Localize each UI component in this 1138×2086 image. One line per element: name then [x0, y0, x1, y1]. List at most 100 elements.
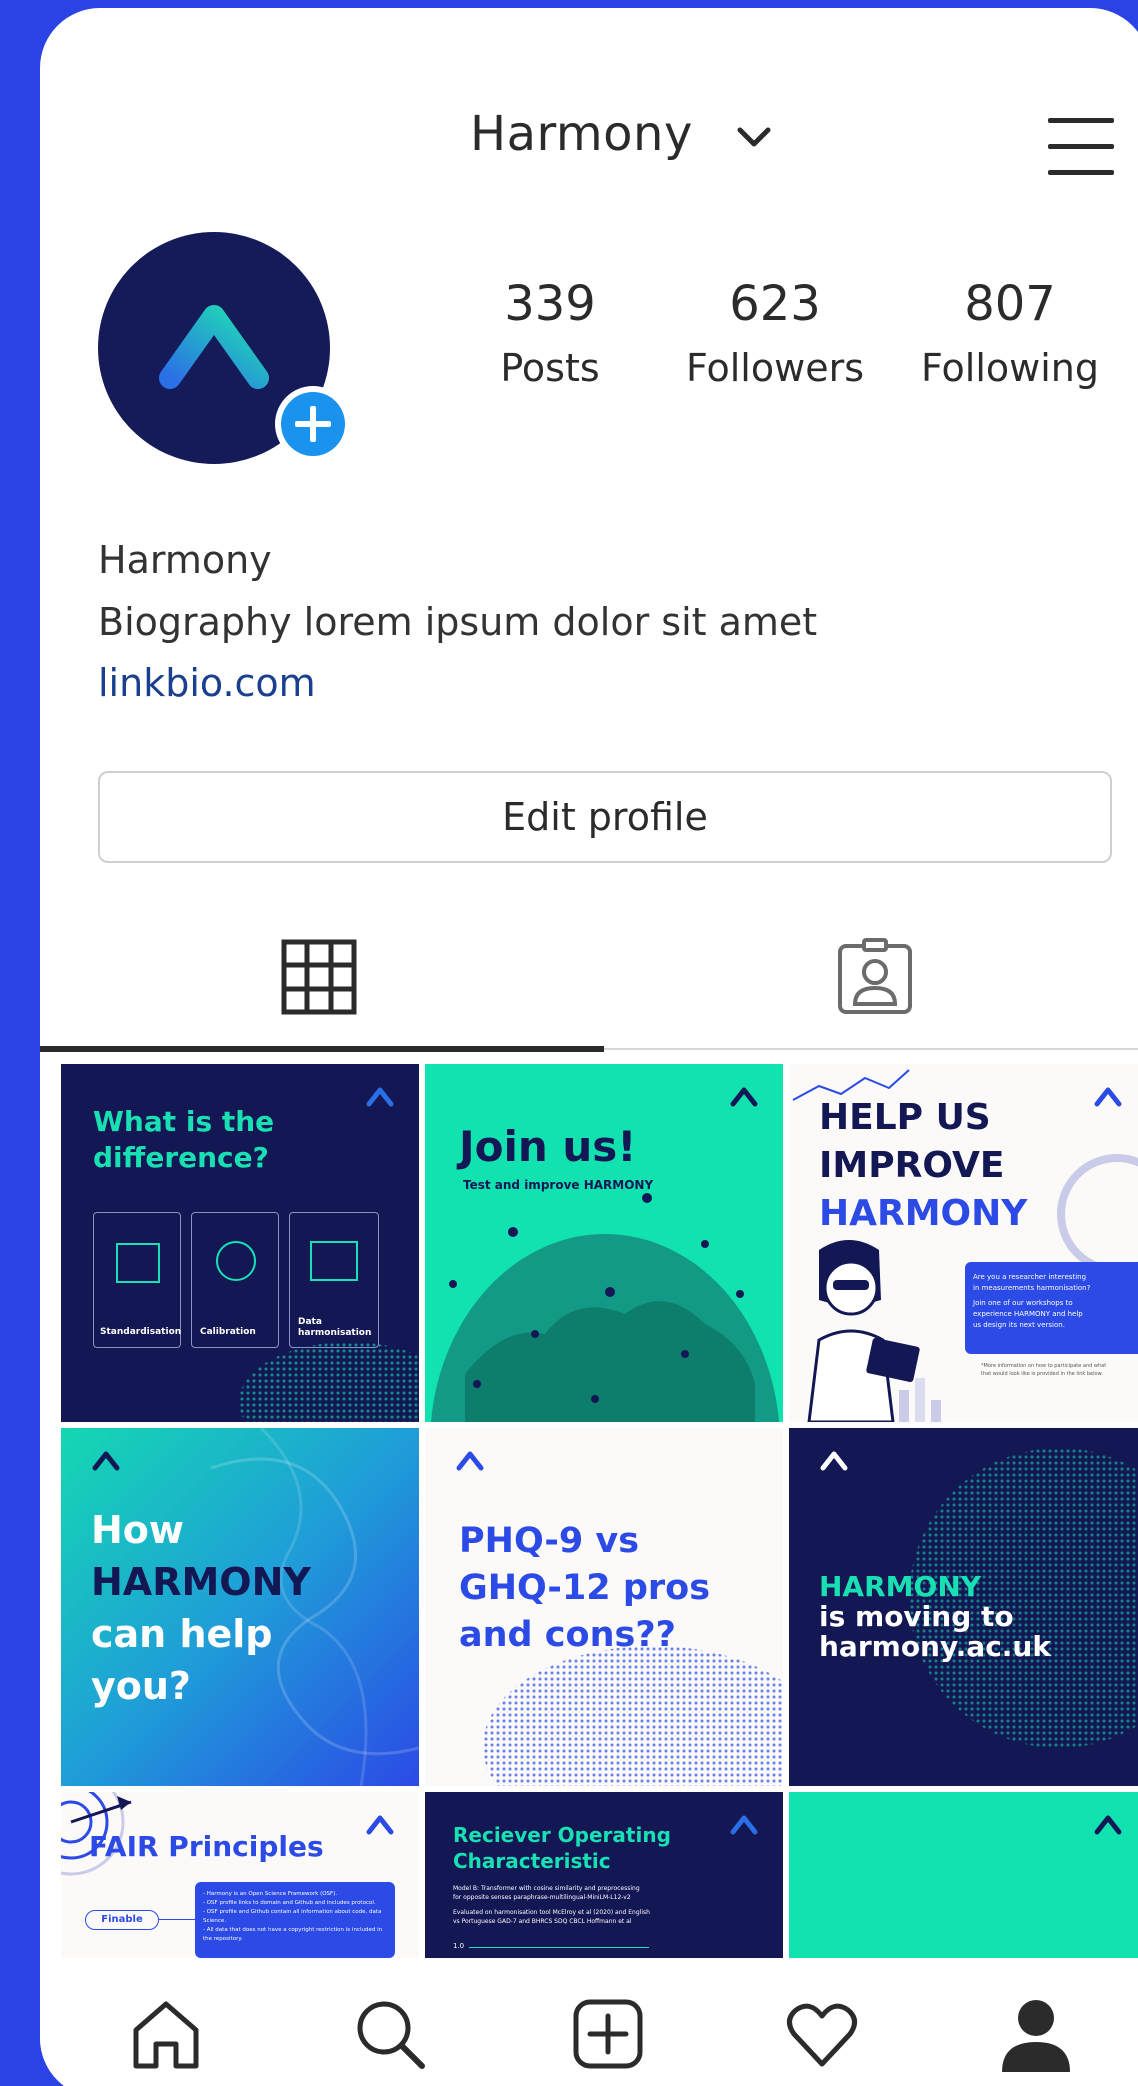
model-line: vs Portuguese GAD-7 and BHRCS SDQ CBCL H…	[453, 1918, 632, 1925]
table-icon	[116, 1243, 160, 1283]
heart-icon[interactable]	[784, 1996, 860, 2072]
dot-pattern	[239, 1342, 419, 1422]
info-line: in measurements harmonisation?	[973, 1284, 1091, 1292]
post-title-part: Principles	[158, 1830, 324, 1863]
search-icon[interactable]	[352, 1996, 428, 2072]
post-title-line: IMPROVE	[819, 1145, 1005, 1186]
profile-header: Harmony	[40, 98, 1138, 178]
info-line: - OSF profile links to domain and Github…	[203, 1900, 376, 1906]
info-line: Are you a researcher interesting	[973, 1273, 1087, 1281]
footnote-line: *More information on how to participate …	[981, 1363, 1107, 1369]
card-label: Calibration	[200, 1327, 256, 1337]
globe-illustration	[431, 1193, 779, 1422]
researcher-illustration	[807, 1240, 941, 1422]
post-title-line: PHQ-9 vs	[459, 1521, 640, 1561]
info-line: - All data that does not have a copyrigh…	[203, 1927, 383, 1942]
info-line: experience HARMONY and help	[973, 1310, 1083, 1318]
model-line: for opposite senses paraphrase-multiling…	[453, 1894, 631, 1901]
finable-pill: Finable	[85, 1910, 159, 1930]
post-title-line: Reciever Operating	[453, 1823, 671, 1847]
info-line: - Harmony is an Open Science Framework (…	[203, 1891, 338, 1897]
post-title-line: can help	[91, 1612, 273, 1656]
post-title-line: How	[91, 1508, 185, 1552]
post-tile[interactable]: FAIR Principles Finable - Harmony is an …	[61, 1792, 419, 1958]
phone-screen: Harmony 339 Posts 623 Followers 807 Foll…	[40, 8, 1138, 2086]
info-card: Standardisation	[93, 1212, 181, 1348]
profile-bio: Biography lorem ipsum dolor sit amet	[98, 600, 818, 644]
grid-tab-icon[interactable]	[280, 938, 358, 1016]
footnote-line: that would look like is provided in the …	[981, 1371, 1103, 1377]
profile-icon[interactable]	[998, 1996, 1074, 2072]
followers-label: Followers	[686, 346, 864, 390]
card-label: harmonisation	[298, 1328, 372, 1338]
post-title-line: is moving to	[819, 1600, 1014, 1633]
post-tile[interactable]: How HARMONY can help you?	[61, 1428, 419, 1786]
axis-label: 1.0	[453, 1942, 465, 1950]
info-card: Calibration	[191, 1212, 279, 1348]
harmony-logo-icon	[1094, 1815, 1122, 1835]
post-title: Join us!	[459, 1122, 637, 1171]
model-line: Evaluated on harmonisation tool McElroy …	[453, 1909, 650, 1916]
chevron-down-icon[interactable]	[730, 114, 778, 162]
post-tile[interactable]: HARMONY is moving to harmony.ac.uk	[789, 1428, 1138, 1786]
harmony-logo-icon	[1094, 1087, 1122, 1107]
post-tile[interactable]: Reciever Operating Characteristic Model …	[425, 1792, 783, 1958]
harmony-logo-icon	[730, 1815, 758, 1835]
post-tile[interactable]: PHQ-9 vs GHQ-12 pros and cons??	[425, 1428, 783, 1786]
followers-count: 623	[729, 276, 821, 332]
post-title-line: difference?	[93, 1141, 269, 1174]
card-label: Standardisation	[100, 1327, 182, 1337]
chart-line	[469, 1947, 649, 1948]
info-line: Join one of our workshops to	[973, 1299, 1073, 1307]
active-tab-indicator	[40, 1046, 604, 1052]
hamburger-menu-icon[interactable]	[1046, 114, 1116, 178]
post-tile[interactable]: HELP US IMPROVE HARMONY Are you a resear…	[789, 1064, 1138, 1422]
stat-followers[interactable]: 623 Followers	[640, 276, 910, 390]
post-title-line: GHQ-12 pros	[459, 1568, 711, 1608]
account-username[interactable]: Harmony	[470, 106, 693, 162]
following-label: Following	[921, 346, 1099, 390]
stat-posts[interactable]: 339 Posts	[450, 276, 650, 390]
post-title-line: HARMONY	[91, 1560, 311, 1604]
edit-profile-button[interactable]: Edit profile	[98, 771, 1112, 863]
gear-icon	[216, 1241, 256, 1281]
post-title-line: What is the	[93, 1105, 275, 1138]
post-title-line: you?	[91, 1664, 191, 1708]
document-icon	[310, 1241, 358, 1281]
pie-decoration	[1057, 1154, 1138, 1274]
harmony-logo-icon	[159, 305, 269, 389]
card-label: Data	[298, 1317, 322, 1327]
tagged-tab-icon[interactable]	[836, 938, 914, 1016]
profile-link[interactable]: linkbio.com	[98, 661, 316, 705]
info-line: us design its next version.	[973, 1321, 1065, 1329]
info-box: Are you a researcher interesting in meas…	[965, 1262, 1138, 1354]
harmony-logo-icon	[366, 1087, 394, 1107]
post-tile[interactable]: What is the difference? Standardisation …	[61, 1064, 419, 1422]
harmony-logo-icon	[366, 1815, 394, 1835]
new-post-icon[interactable]	[570, 1996, 646, 2072]
post-title-part: FAIR	[89, 1830, 159, 1863]
plus-icon	[295, 406, 331, 442]
profile-name: Harmony	[98, 538, 272, 582]
following-count: 807	[964, 276, 1056, 332]
home-icon[interactable]	[128, 1996, 204, 2072]
add-story-button[interactable]	[275, 386, 351, 462]
post-tile[interactable]: Join us! Test and improve HARMONY	[425, 1064, 783, 1422]
harmony-logo-icon	[730, 1087, 758, 1107]
post-title-line: HARMONY	[819, 1570, 982, 1603]
connector-line	[159, 1919, 195, 1920]
post-title-line: HELP US	[819, 1097, 991, 1138]
bottom-navigation	[40, 1966, 1138, 2086]
harmony-logo-icon	[456, 1451, 484, 1471]
stat-following[interactable]: 807 Following	[890, 276, 1130, 390]
info-box: - Harmony is an Open Science Framework (…	[195, 1882, 395, 1958]
harmony-logo-icon	[820, 1451, 848, 1471]
posts-label: Posts	[500, 346, 600, 390]
post-title-line: Characteristic	[453, 1849, 611, 1873]
post-tile[interactable]	[789, 1792, 1138, 1958]
dot-pattern	[483, 1646, 783, 1786]
post-title-line: harmony.ac.uk	[819, 1630, 1051, 1663]
model-line: Model B: Transformer with cosine similar…	[453, 1885, 640, 1892]
posts-count: 339	[504, 276, 596, 332]
info-card: Data harmonisation	[289, 1212, 379, 1348]
